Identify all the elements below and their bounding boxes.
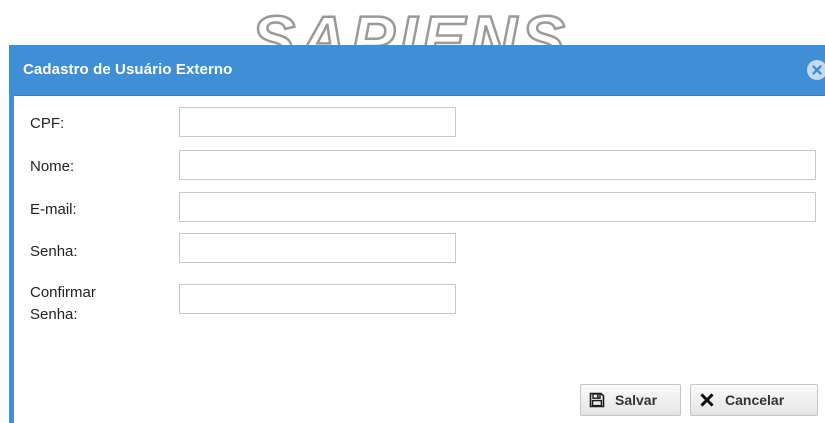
confirmar-label-line1: Confirmar [30, 284, 96, 301]
senha-input[interactable] [179, 233, 456, 263]
dialog-left-border [9, 95, 14, 423]
close-circle-icon [808, 61, 825, 79]
floppy-disk-icon [589, 392, 605, 408]
save-button-label: Salvar [615, 392, 658, 408]
nome-input[interactable] [179, 150, 816, 180]
cpf-input[interactable] [179, 107, 456, 137]
page: SAPIENS Cadastro de Usuário Externo CPF:… [0, 0, 825, 423]
cpf-label: CPF: [30, 115, 65, 132]
user-registration-dialog: Cadastro de Usuário Externo CPF: Nome: E… [9, 45, 825, 423]
dialog-header: Cadastro de Usuário Externo [9, 45, 825, 96]
sapiens-logo: SAPIENS [205, 2, 615, 46]
dialog-title: Cadastro de Usuário Externo [23, 61, 233, 78]
confirmar-label-line2: Senha: [30, 306, 78, 323]
x-icon [699, 392, 715, 408]
save-button[interactable]: Salvar [580, 384, 681, 416]
logo-text: SAPIENS [251, 2, 569, 46]
senha-label: Senha: [30, 243, 78, 260]
cancel-button-label: Cancelar [725, 392, 785, 408]
email-input[interactable] [179, 192, 816, 222]
confirmar-senha-input[interactable] [179, 284, 456, 314]
close-button[interactable] [807, 60, 825, 80]
nome-label: Nome: [30, 158, 75, 175]
email-label: E-mail: [30, 201, 77, 218]
cancel-button[interactable]: Cancelar [690, 384, 818, 416]
